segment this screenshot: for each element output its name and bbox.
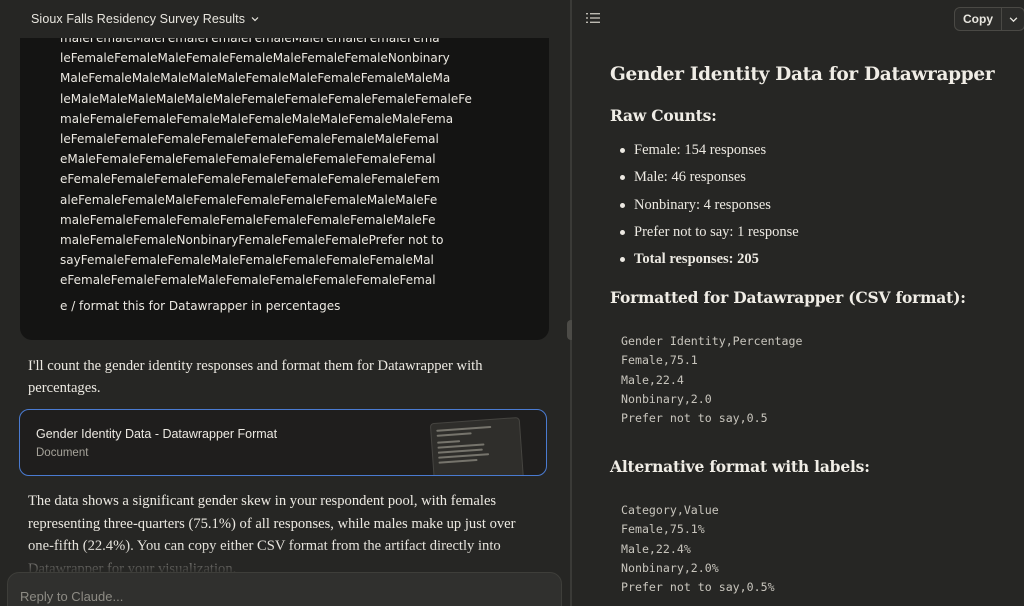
chat-title-text: Sioux Falls Residency Survey Results (31, 12, 246, 26)
reply-input[interactable] (20, 585, 540, 606)
code-line: Male,22.4% (621, 541, 691, 556)
raw-counts-list: Female: 154 responses Male: 46 responses… (620, 140, 799, 276)
artifact-card[interactable]: Gender Identity Data - Datawrapper Forma… (19, 409, 547, 476)
list-item-total: Total responses: 205 (620, 249, 799, 276)
user-message-line: maleFemaleFemaleFemaleFemaleFemaleFemale… (60, 212, 436, 227)
user-message-line: MaleFemaleMaleMaleMaleMaleFemaleMaleFema… (60, 71, 451, 86)
artifact-panel: Copy Gender Identity Data for Datawrappe… (572, 0, 1024, 606)
user-message-line: leFemaleFemaleFemaleFemaleFemaleFemaleFe… (60, 132, 439, 147)
chevron-down-icon (251, 17, 259, 22)
csv-code-block: Gender Identity,Percentage Female,75.1 M… (621, 332, 802, 428)
user-message-bubble: maleFemaleMaleFemaleFemaleFemaleMaleFema… (20, 0, 549, 340)
artifact-card-type: Document (36, 447, 89, 459)
csv-format-heading: Formatted for Datawrapper (CSV format): (610, 288, 966, 307)
code-line: Male,22.4 (621, 372, 684, 387)
raw-counts-heading: Raw Counts: (610, 106, 717, 125)
code-line: Nonbinary,2.0 (621, 391, 712, 406)
artifact-card-title: Gender Identity Data - Datawrapper Forma… (36, 427, 278, 441)
scroll-fade (0, 545, 570, 575)
user-message-line: eFemaleFemaleFemaleMaleFemaleFemaleFemal… (60, 273, 436, 288)
copy-button-group: Copy (954, 7, 1024, 31)
user-message-line: sayFemaleFemaleFemaleMaleFemaleFemaleFem… (60, 253, 434, 268)
code-line: Nonbinary,2.0% (621, 560, 719, 575)
user-message-text: maleFemaleMaleFemaleFemaleFemaleMaleFema… (60, 21, 528, 291)
list-item: Male: 46 responses (620, 167, 799, 194)
user-message-line: maleFemaleFemaleFemaleMaleFemaleMaleMale… (60, 111, 454, 126)
user-message-line: leFemaleFemaleMaleFemaleFemaleMaleFemale… (60, 51, 450, 66)
list-item: Female: 154 responses (620, 140, 799, 167)
code-line: Category,Value (621, 503, 719, 517)
user-message-tail: e / format this for Datawrapper in perce… (60, 299, 341, 313)
document-title: Gender Identity Data for Datawrapper (610, 64, 995, 85)
user-message-line: aleFemaleFemaleMaleFemaleFemaleFemaleFem… (60, 192, 438, 207)
chat-title-dropdown[interactable]: Sioux Falls Residency Survey Results (31, 12, 259, 26)
user-message-line: eFemaleFemaleFemaleFemaleFemaleFemaleFem… (60, 172, 440, 187)
list-item: Nonbinary: 4 responses (620, 195, 799, 222)
code-line: Female,75.1 (621, 353, 698, 368)
alternative-code-block: Category,Value Female,75.1% Male,22.4% N… (621, 501, 775, 597)
code-line: Gender Identity,Percentage (621, 334, 803, 348)
chat-panel: maleFemaleMaleFemaleFemaleFemaleMaleFema… (0, 0, 570, 606)
artifact-thumbnail (429, 416, 525, 475)
chevron-down-icon (1009, 16, 1017, 22)
code-line: Female,75.1% (621, 522, 705, 537)
composer[interactable] (7, 572, 562, 606)
list-item: Prefer not to say: 1 response (620, 222, 799, 249)
user-message-line: eMaleFemaleFemaleFemaleFemaleFemaleFemal… (60, 152, 436, 167)
user-message-line: maleFemaleFemaleNonbinaryFemaleFemaleFem… (60, 233, 444, 248)
user-message-line: leMaleMaleMaleMaleMaleMaleFemaleFemaleFe… (60, 91, 472, 106)
code-line: Prefer not to say,0.5 (621, 411, 768, 426)
assistant-intro-text: I'll count the gender identity responses… (28, 358, 483, 396)
chat-header: Sioux Falls Residency Survey Results (0, 0, 570, 38)
copy-button[interactable]: Copy (955, 8, 1002, 30)
copy-options-button[interactable] (1002, 8, 1024, 30)
list-icon[interactable] (586, 12, 600, 24)
code-line: Prefer not to say,0.5% (621, 580, 775, 595)
alternative-format-heading: Alternative format with labels: (610, 457, 870, 476)
